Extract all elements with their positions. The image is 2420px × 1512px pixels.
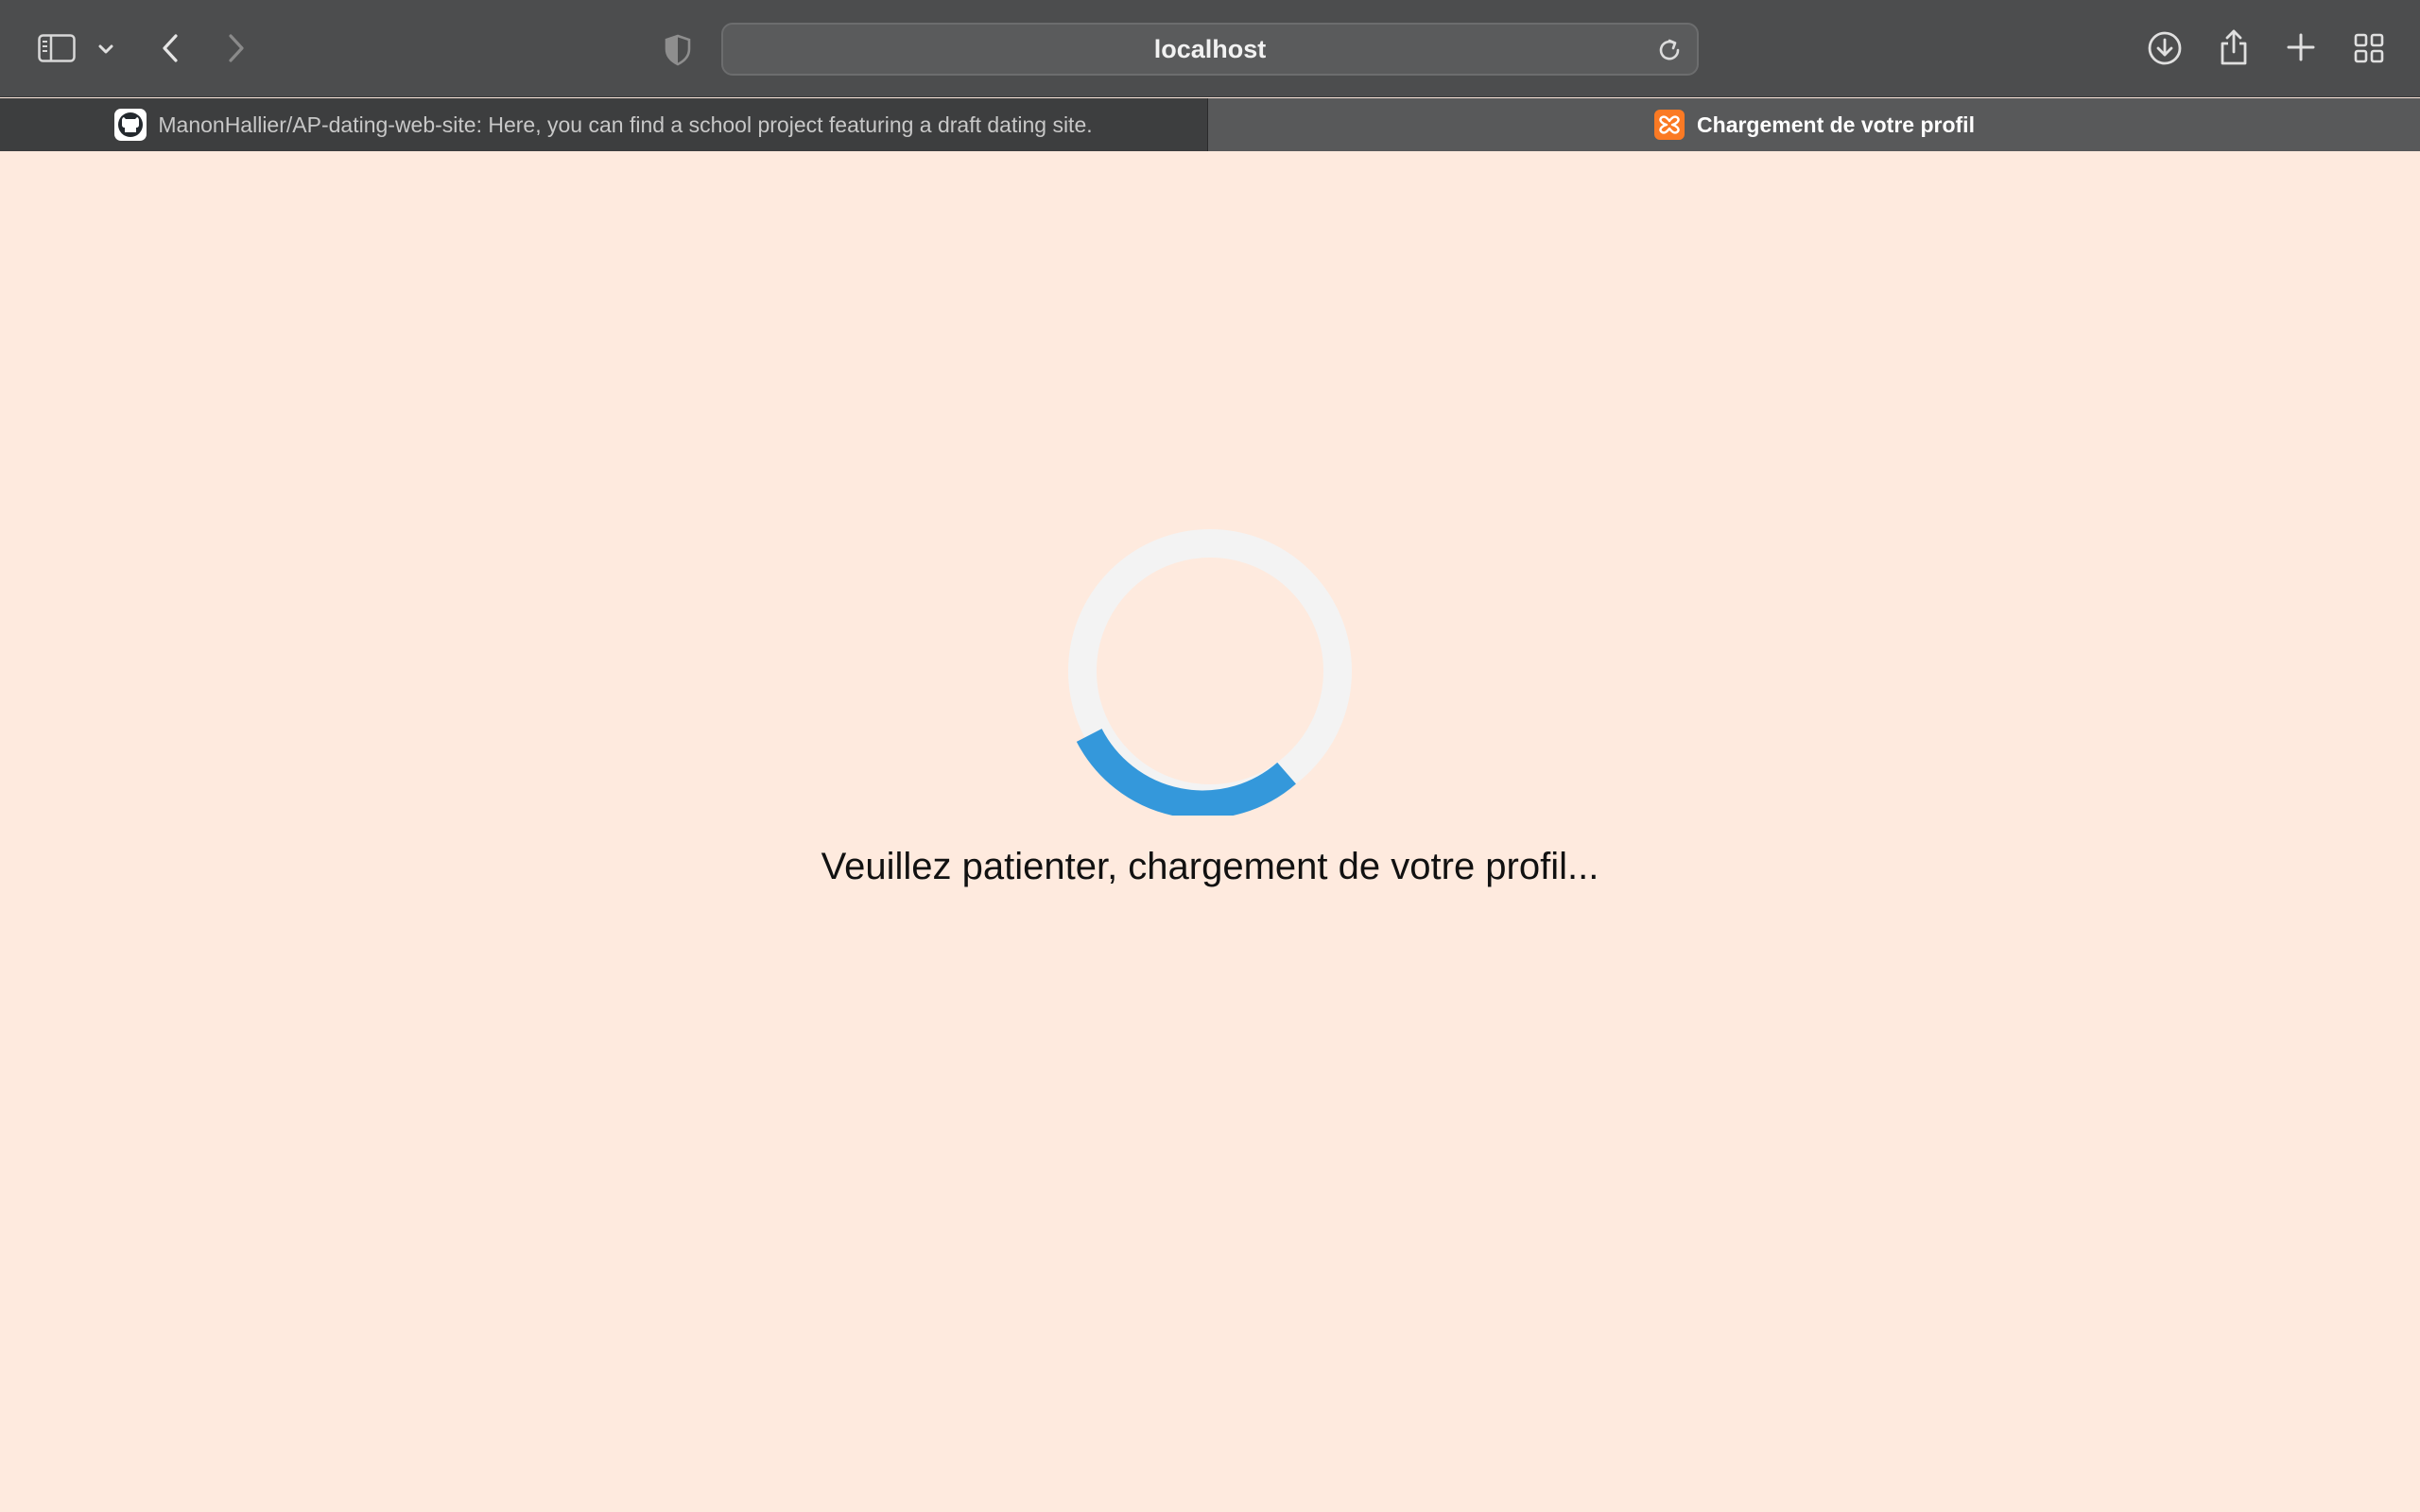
loading-spinner: [1065, 526, 1355, 819]
address-text: localhost: [1153, 34, 1267, 63]
loading-message: Veuillez patienter, chargement de votre …: [821, 846, 1599, 887]
sidebar-icon[interactable]: [36, 32, 78, 64]
new-tab-icon[interactable]: [2284, 30, 2318, 64]
github-icon: [114, 109, 147, 141]
share-icon[interactable]: [2216, 26, 2252, 68]
tab-loading-profile-title: Chargement de votre profil: [1697, 112, 1975, 137]
tab-overview-icon[interactable]: [2352, 31, 2386, 65]
browser-toolbar: localhost: [0, 0, 2420, 97]
download-icon[interactable]: [2146, 28, 2184, 68]
chevron-down-icon[interactable]: [95, 38, 117, 60]
back-icon[interactable]: [155, 30, 185, 66]
forward-icon[interactable]: [221, 30, 251, 66]
tab-loading-profile[interactable]: Chargement de votre profil: [1208, 98, 2420, 151]
tab-github[interactable]: ManonHallier/AP-dating-web-site: Here, y…: [0, 98, 1208, 151]
tab-github-title: ManonHallier/AP-dating-web-site: Here, y…: [158, 112, 1093, 137]
reload-icon[interactable]: [1655, 36, 1684, 64]
xampp-icon: [1653, 109, 1685, 141]
address-bar[interactable]: localhost: [721, 23, 1699, 76]
tab-bar: ManonHallier/AP-dating-web-site: Here, y…: [0, 98, 2420, 151]
shield-icon[interactable]: [662, 32, 694, 68]
